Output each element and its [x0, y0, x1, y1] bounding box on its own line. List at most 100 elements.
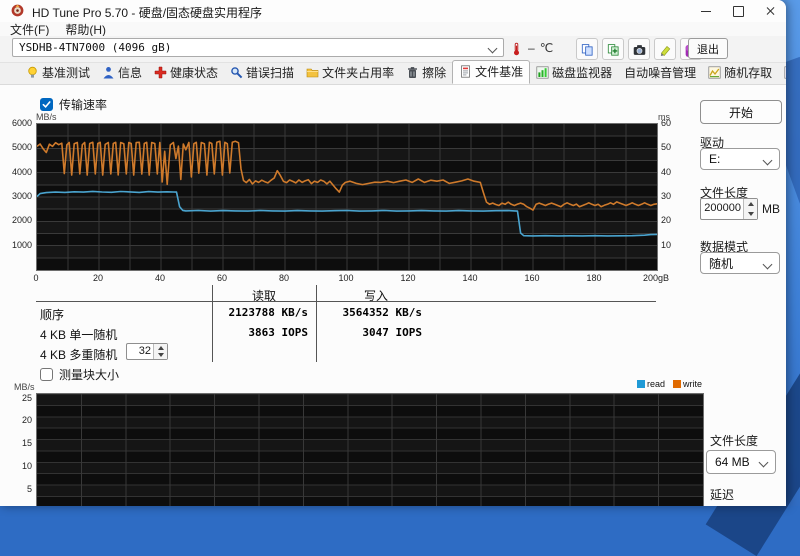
tab-label: 自动噪音管理 — [624, 66, 697, 80]
menu-file[interactable]: 文件(F) — [10, 21, 49, 38]
chevron-down-icon — [758, 457, 769, 468]
tab-random-access[interactable]: 随机存取 — [702, 62, 778, 84]
tab-disk-monitor[interactable]: 磁盘监视器 — [530, 62, 618, 84]
table-row: 顺序 2123788 KB/s 3564352 KB/s — [0, 306, 660, 324]
temperature-unit: ℃ — [539, 41, 554, 55]
tab-error-scan[interactable]: 错误扫描 — [224, 62, 300, 84]
block-size-checkbox-row: 测量块大小 — [40, 366, 119, 383]
tab-health[interactable]: 健康状态 — [148, 62, 224, 84]
minimize-button[interactable] — [690, 0, 722, 22]
copy-text-button[interactable] — [576, 38, 598, 60]
tab-folder-usage[interactable]: 文件夹占用率 — [300, 62, 400, 84]
magnifier-icon — [230, 66, 243, 79]
read-value: 2123788 KB/s — [228, 306, 308, 319]
drive-dropdown-value: E: — [709, 152, 721, 166]
step-up-button[interactable] — [154, 344, 167, 352]
x-tick: 60 — [216, 273, 227, 283]
toolbar: YSDHB-4TN7000 (4096 gB) – ℃ 退出 — [0, 36, 786, 63]
tab-erase[interactable]: 擦除 — [400, 62, 452, 84]
maximize-button[interactable] — [722, 0, 754, 22]
y-right-tick: 50 — [661, 142, 672, 153]
tab-label: 健康状态 — [170, 66, 219, 80]
row-label: 4 KB 多重随机 — [40, 348, 118, 362]
highlighter-icon — [659, 43, 672, 56]
app-window: HD Tune Pro 5.70 - 硬盘/固态硬盘实用程序 文件(F) 帮助(H… — [0, 0, 786, 506]
block-size-checkbox[interactable] — [40, 368, 53, 381]
tab-extra-tests[interactable]: 附加测试 — [778, 62, 786, 84]
row-label: 顺序 — [40, 308, 65, 322]
file-length-stepper[interactable]: 200000 — [700, 198, 758, 220]
drive-select[interactable]: YSDHB-4TN7000 (4096 gB) — [12, 38, 504, 57]
y-left-tick: 5000 — [11, 142, 32, 153]
tab-aam[interactable]: 自动噪音管理 — [618, 62, 702, 84]
thermometer-icon[interactable] — [510, 42, 523, 55]
y-left-tick: 3000 — [11, 191, 32, 201]
tab-label: 错误扫描 — [246, 66, 295, 80]
data-mode-value: 随机 — [709, 256, 734, 271]
transfer-rate-chart — [36, 123, 658, 271]
close-button[interactable] — [754, 0, 786, 22]
queue-depth-value: 32 — [138, 345, 151, 357]
y-left-tick: 4000 — [11, 166, 32, 177]
tab-file-benchmark[interactable]: 文件基准 — [452, 60, 531, 84]
transfer-rate-checkbox-row: 传输速率 — [40, 96, 107, 113]
maximize-icon — [732, 5, 744, 17]
transfer-rate-checkbox[interactable] — [40, 98, 53, 111]
step-down-button[interactable] — [744, 209, 757, 219]
tab-label: 信息 — [118, 66, 143, 80]
y-left-tick: 1000 — [11, 239, 32, 250]
copy-add-icon — [607, 43, 620, 56]
block-size-chart-canvas — [37, 393, 703, 506]
y-right-tick: 40 — [661, 166, 672, 177]
arrow-up-icon — [747, 202, 754, 206]
cross-icon — [154, 66, 167, 79]
y-left-tick: 2000 — [11, 215, 32, 226]
drive-dropdown[interactable]: E: — [700, 148, 780, 170]
arrow-down-icon — [157, 353, 164, 358]
transfer-rate-label: 传输速率 — [59, 98, 108, 112]
stepper-arrows — [743, 199, 757, 219]
block-file-length-dropdown[interactable]: 64 MB — [706, 450, 776, 474]
file-benchmark-panel: 传输速率 MB/s ms 6000 5000 4000 3000 2000 1000 60 5… — [0, 85, 786, 506]
bulb-icon — [26, 66, 39, 79]
chevron-down-icon — [762, 259, 773, 270]
file-length-value: 200000 — [704, 202, 741, 214]
exit-button[interactable]: 退出 — [688, 38, 728, 59]
tab-benchmark[interactable]: 基准测试 — [20, 62, 96, 84]
screenshot-button[interactable] — [628, 38, 650, 60]
window-controls — [690, 0, 786, 22]
arrow-up-icon — [157, 345, 164, 350]
title-bar: HD Tune Pro 5.70 - 硬盘/固态硬盘实用程序 — [0, 0, 786, 22]
step-up-button[interactable] — [744, 199, 757, 209]
data-mode-dropdown[interactable]: 随机 — [700, 252, 780, 274]
x-tick: 160 — [524, 273, 540, 283]
queue-depth-stepper[interactable]: 32 — [126, 343, 168, 360]
highlight-button[interactable] — [654, 38, 676, 60]
legend-swatch-read — [636, 380, 645, 388]
legend-write: write — [672, 379, 702, 389]
legend-swatch-write — [672, 380, 681, 388]
block-file-length-label: 文件长度 — [710, 434, 759, 448]
tab-label: 随机存取 — [724, 66, 773, 80]
read-value: 3863 IOPS — [248, 326, 308, 339]
block-chart-legend: read write — [436, 379, 702, 389]
x-tick: 20 — [92, 273, 103, 283]
x-tick: 100 — [338, 273, 354, 283]
step-down-button[interactable] — [154, 351, 167, 359]
start-button[interactable]: 开始 — [700, 100, 782, 124]
tab-info[interactable]: 信息 — [96, 62, 148, 84]
write-value: 3564352 KB/s — [342, 306, 422, 319]
table-row: 4 KB 单一随机 3863 IOPS 3047 IOPS — [0, 326, 660, 344]
tab-label: 文件基准 — [475, 65, 524, 79]
legend-label: read — [646, 379, 665, 389]
menu-help[interactable]: 帮助(H) — [65, 21, 106, 38]
folder-icon — [306, 66, 319, 79]
person-icon — [102, 66, 115, 79]
chevron-down-icon — [487, 43, 498, 54]
copy-image-button[interactable] — [602, 38, 624, 60]
x-tick: 120 — [400, 273, 416, 283]
y-right-tick: 30 — [661, 191, 672, 201]
table-row: 4 KB 多重随机 32 — [0, 343, 660, 364]
block-size-label: 测量块大小 — [59, 368, 120, 382]
arrow-down-icon — [747, 212, 754, 216]
